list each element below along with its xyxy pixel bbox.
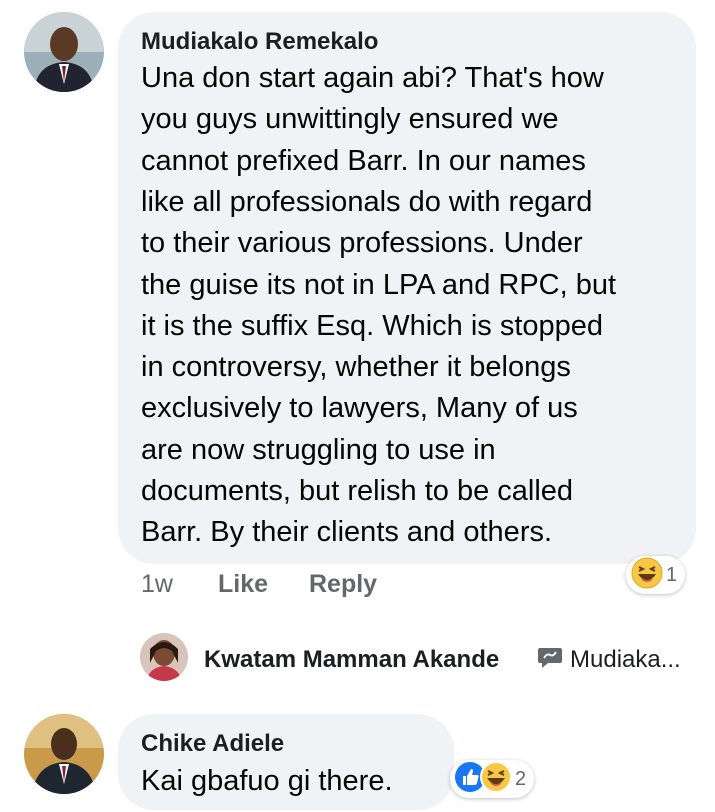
- comment-text-line: you guys unwittingly ensured we: [141, 103, 559, 136]
- reply-speech-icon: [537, 646, 563, 675]
- haha-emoji-icon: [631, 557, 663, 594]
- reply-button[interactable]: Reply: [309, 570, 377, 599]
- comment-text-line: to their various professions. Under: [141, 227, 583, 260]
- comment-text-line: in controversy, whether it belongs: [141, 351, 571, 384]
- reaction-count: 2: [515, 767, 527, 790]
- comment-text-line: are now struggling to use in: [141, 433, 496, 466]
- reply-author[interactable]: Kwatam Mamman Akande: [204, 646, 499, 674]
- haha-emoji-icon: [480, 760, 512, 798]
- comment-text-line: documents, but relish to be called: [141, 475, 574, 507]
- comment-author[interactable]: Chike Adiele: [141, 730, 284, 758]
- comment-timestamp[interactable]: 1w: [141, 570, 173, 599]
- reply-preview-text[interactable]: Mudiaka...: [570, 646, 681, 674]
- reaction-summary[interactable]: 1: [626, 556, 686, 594]
- comment-text: Kai gbafuo gi there.: [141, 765, 393, 797]
- avatar-chike[interactable]: [24, 714, 104, 794]
- comment-author[interactable]: Mudiakalo Remekalo: [141, 28, 378, 56]
- comment-text-line: exclusively to lawyers, Many of us: [141, 392, 578, 425]
- like-button[interactable]: Like: [218, 570, 268, 599]
- comment-text-line: like all professionals do with regard: [141, 185, 593, 218]
- comment-text-line: the guise its not in LPA and RPC, but: [141, 268, 617, 301]
- reaction-count: 1: [666, 563, 678, 586]
- comment-text-line: Barr. By their clients and others.: [141, 516, 553, 549]
- reaction-summary[interactable]: 2: [450, 760, 535, 798]
- avatar-mudiakalo[interactable]: [24, 12, 104, 92]
- comment-text-line: Una don start again abi? That's how: [141, 62, 604, 94]
- comment-text-line: cannot prefixed Barr. In our names: [141, 144, 586, 177]
- avatar-kwatam[interactable]: [140, 633, 188, 681]
- comment-text-line: it is the suffix Esq. Which is stopped: [141, 309, 604, 342]
